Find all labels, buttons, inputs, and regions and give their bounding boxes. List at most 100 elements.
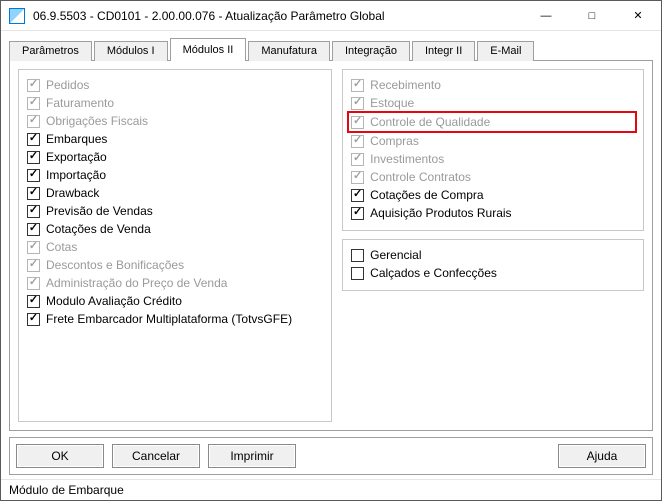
checkbox-box[interactable] (351, 249, 364, 262)
check-icon: ✓ (29, 295, 38, 306)
checkbox-row: ✓ Estoque (351, 94, 635, 112)
tab-m-dulos-ii[interactable]: Módulos II (170, 38, 247, 61)
checkbox-row: ✓Controle de Qualidade (351, 113, 631, 131)
checkbox-label: Modulo Avaliação Crédito (46, 292, 182, 310)
checkbox-box[interactable]: ✓ (27, 133, 40, 146)
check-icon: ✓ (29, 151, 38, 162)
checkbox-box[interactable] (351, 267, 364, 280)
tab-integra-o[interactable]: Integração (332, 41, 410, 61)
check-icon: ✓ (29, 97, 38, 108)
check-icon: ✓ (29, 205, 38, 216)
checkbox-row: ✓ Controle Contratos (351, 168, 635, 186)
checkbox-row[interactable]: ✓ Importação (27, 166, 323, 184)
checkbox-row: ✓Compras (351, 132, 635, 150)
check-icon: ✓ (353, 135, 362, 146)
check-icon: ✓ (353, 171, 362, 182)
tab-par-metros[interactable]: Parâmetros (9, 41, 92, 61)
checkbox-row[interactable]: ✓ Exportação (27, 148, 323, 166)
check-icon: ✓ (353, 116, 362, 127)
tab-label: Parâmetros (22, 45, 79, 57)
checkbox-row[interactable]: ✓Drawback (27, 184, 323, 202)
checkbox-row: ✓Recebimento (351, 76, 635, 94)
right-column: ✓Recebimento ✓ Estoque✓Controle de Qualida… (342, 69, 644, 422)
check-icon: ✓ (353, 189, 362, 200)
check-icon: ✓ (353, 153, 362, 164)
minimize-button[interactable]: — (523, 1, 569, 30)
left-column: ✓Pedidos✓Faturamento✓Obrigações Fiscais✓… (18, 69, 332, 422)
highlight-frame: ✓Controle de Qualidade (347, 111, 637, 133)
check-icon: ✓ (29, 223, 38, 234)
checkbox-label: Estoque (370, 94, 414, 112)
checkbox-box[interactable]: ✓ (27, 295, 40, 308)
checkbox-row[interactable]: ✓ Modulo Avaliação Crédito (27, 292, 323, 310)
checkbox-label: Gerencial (370, 246, 421, 264)
checkbox-box[interactable]: ✓ (27, 223, 40, 236)
checkbox-row: ✓Faturamento (27, 94, 323, 112)
tab-manufatura[interactable]: Manufatura (248, 41, 330, 61)
checkbox-label: Frete Embarcador Multiplataforma (TotvsG… (46, 310, 292, 328)
checkbox-row: ✓Descontos e Bonificações (27, 256, 323, 274)
checkbox-box[interactable]: ✓ (27, 313, 40, 326)
checkbox-row[interactable]: ✓Aquisição Produtos Rurais (351, 204, 635, 222)
checkbox-row: ✓Investimentos (351, 150, 635, 168)
check-icon: ✓ (29, 187, 38, 198)
group-right-1: ✓Recebimento ✓ Estoque✓Controle de Qualida… (342, 69, 644, 231)
checkbox-box: ✓ (27, 277, 40, 290)
checkbox-label: Previsão de Vendas (46, 202, 153, 220)
checkbox-row[interactable]: ✓ Frete Embarcador Multiplataforma (Totvs… (27, 310, 323, 328)
tabstrip: Parâmetros Módulos IMódulos IIManufatura I… (9, 37, 653, 60)
checkbox-label: Controle Contratos (370, 168, 471, 186)
checkbox-row[interactable]: ✓ Cotações de Compra (351, 186, 635, 204)
close-button[interactable]: ✕ (615, 1, 661, 30)
group-right-2: GerencialCalçados e Confecções (342, 239, 644, 291)
ajuda-button[interactable]: Ajuda (558, 444, 646, 468)
checkbox-box[interactable]: ✓ (27, 169, 40, 182)
maximize-button[interactable]: □ (569, 1, 615, 30)
checkbox-box[interactable]: ✓ (27, 205, 40, 218)
checkbox-row: ✓Cotas (27, 238, 323, 256)
button-bar: OK Cancelar Imprimir Ajuda (9, 437, 653, 475)
tab-e-mail[interactable]: E-Mail (477, 41, 534, 61)
check-icon: ✓ (29, 313, 38, 324)
checkbox-label: Exportação (46, 148, 107, 166)
checkbox-box: ✓ (351, 171, 364, 184)
checkbox-row: ✓Obrigações Fiscais (27, 112, 323, 130)
check-icon: ✓ (29, 241, 38, 252)
checkbox-label: Cotações de Venda (46, 220, 151, 238)
status-bar: Módulo de Embarque (1, 479, 661, 500)
tab-m-dulos-i[interactable]: Módulos I (94, 41, 168, 61)
titlebar: 06.9.5503 - CD0101 - 2.00.00.076 - Atual… (1, 1, 661, 31)
checkbox-label: Importação (46, 166, 106, 184)
cancelar-button[interactable]: Cancelar (112, 444, 200, 468)
check-icon: ✓ (29, 115, 38, 126)
checkbox-box[interactable]: ✓ (27, 187, 40, 200)
checkbox-row[interactable]: Gerencial (351, 246, 635, 264)
checkbox-label: Cotações de Compra (370, 186, 483, 204)
check-icon: ✓ (29, 133, 38, 144)
check-icon: ✓ (29, 277, 38, 288)
checkbox-box[interactable]: ✓ (27, 151, 40, 164)
checkbox-box: ✓ (27, 115, 40, 128)
checkbox-box: ✓ (351, 135, 364, 148)
checkbox-row[interactable]: ✓Embarques (27, 130, 323, 148)
checkbox-row[interactable]: Calçados e Confecções (351, 264, 635, 282)
tab-label: Integração (345, 45, 397, 57)
checkbox-row[interactable]: ✓ Previsão de Vendas (27, 202, 323, 220)
checkbox-box: ✓ (27, 241, 40, 254)
tabpage-modulos-ii: ✓Pedidos✓Faturamento✓Obrigações Fiscais✓… (9, 60, 653, 431)
checkbox-box[interactable]: ✓ (351, 189, 364, 202)
checkbox-row[interactable]: ✓ Cotações de Venda (27, 220, 323, 238)
checkbox-box: ✓ (351, 116, 364, 129)
check-icon: ✓ (29, 79, 38, 90)
checkbox-box: ✓ (351, 97, 364, 110)
checkbox-box: ✓ (351, 153, 364, 166)
checkbox-label: Calçados e Confecções (370, 264, 497, 282)
checkbox-box: ✓ (27, 79, 40, 92)
ok-button[interactable]: OK (16, 444, 104, 468)
window-title: 06.9.5503 - CD0101 - 2.00.00.076 - Atual… (33, 9, 523, 23)
status-text: Módulo de Embarque (9, 483, 124, 497)
tab-integr-ii[interactable]: Integr II (412, 41, 475, 61)
checkbox-box[interactable]: ✓ (351, 207, 364, 220)
imprimir-button[interactable]: Imprimir (208, 444, 296, 468)
checkbox-row: ✓Pedidos (27, 76, 323, 94)
